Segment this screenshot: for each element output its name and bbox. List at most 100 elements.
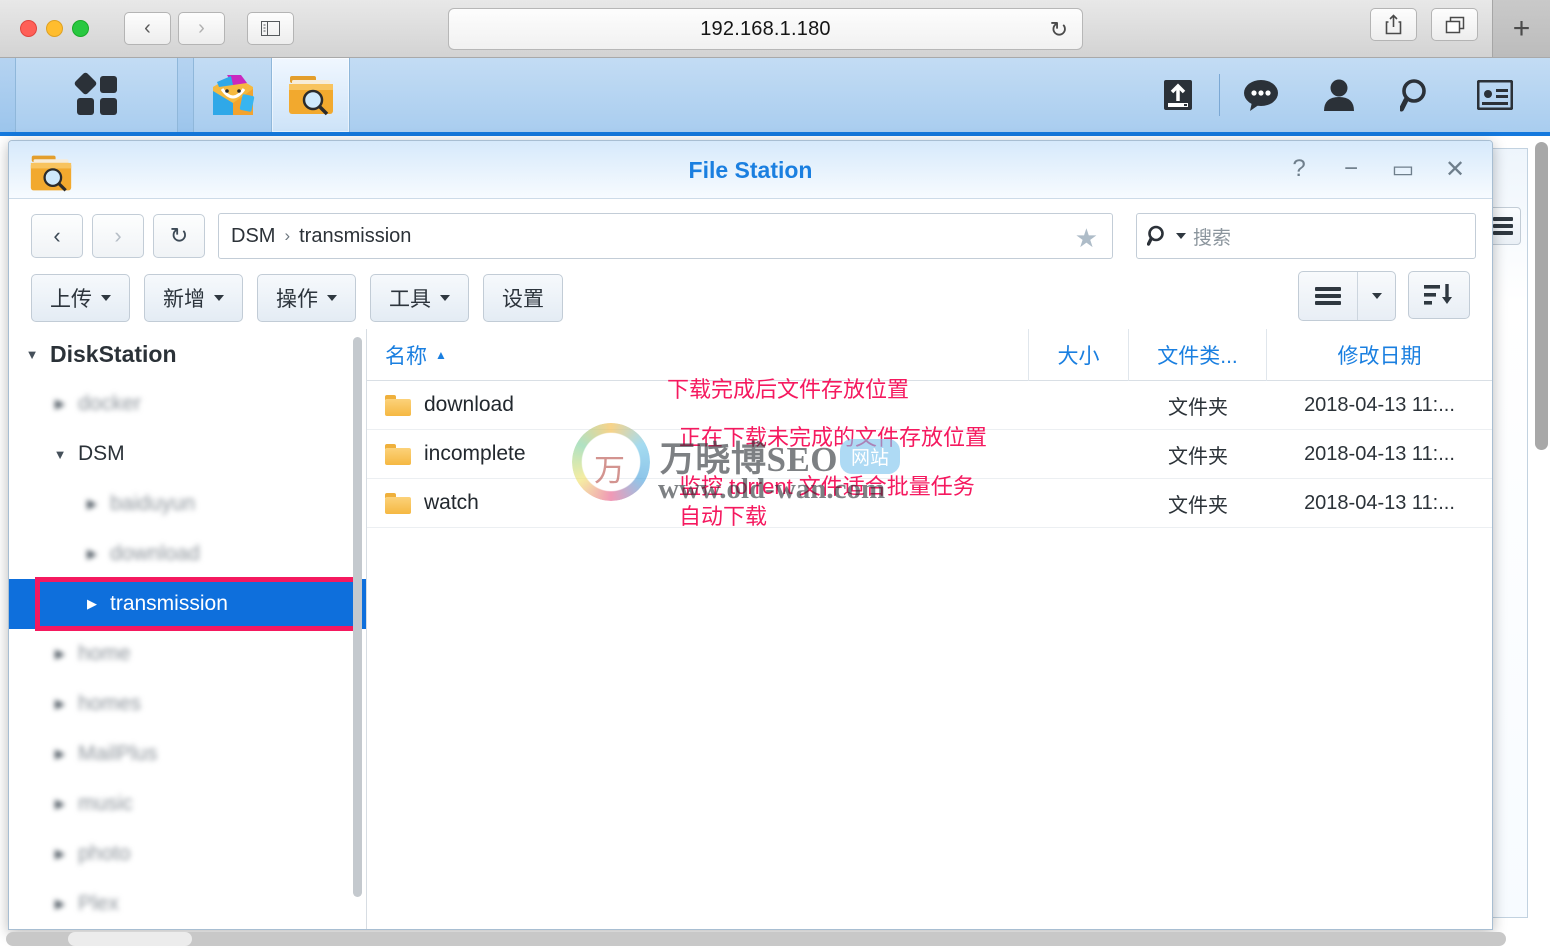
file-modified-cell: 2018-04-13 11:... <box>1304 491 1455 514</box>
widget-card-icon[interactable] <box>1456 58 1534 132</box>
file-list-header: 名称 ▲ 大小 文件类... 修改日期 <box>367 329 1492 381</box>
help-button[interactable]: ? <box>1278 151 1320 187</box>
sidebar-item-label: Plex <box>78 892 119 915</box>
action-menu-button[interactable]: 操作 <box>257 274 356 322</box>
tools-menu-button[interactable]: 工具 <box>370 274 469 322</box>
file-name-label: watch <box>424 491 479 514</box>
tray-divider <box>1219 74 1220 116</box>
chevron-right-icon[interactable]: ▶ <box>51 796 69 812</box>
new-tab-button[interactable]: + <box>1492 0 1550 57</box>
sort-ascending-icon: ▲ <box>435 348 447 362</box>
chat-bubble-icon[interactable] <box>1222 58 1300 132</box>
breadcrumb[interactable]: DSM › transmission ★ <box>218 213 1113 259</box>
breadcrumb-item-1[interactable]: transmission <box>299 225 411 248</box>
hamburger-icon <box>1493 214 1513 238</box>
browser-toolbar: ‹ › 192.168.1.180 ↻ + <box>0 0 1550 58</box>
reload-icon[interactable]: ↻ <box>1050 17 1068 43</box>
breadcrumb-separator: › <box>284 226 291 245</box>
browser-forward-icon[interactable]: › <box>178 12 225 45</box>
file-type-cell: 文件夹 <box>1168 445 1228 468</box>
tree-scrollbar[interactable] <box>353 337 362 897</box>
magnifier-icon[interactable] <box>1378 58 1456 132</box>
navigation-bar: ‹ › ↻ DSM › transmission ★ 搜索 <box>9 199 1492 263</box>
list-view-icon[interactable] <box>1299 272 1357 320</box>
tab-overview-icon[interactable] <box>1431 8 1478 41</box>
back-button[interactable]: ‹ <box>31 214 83 258</box>
taskbar-edge <box>0 58 16 132</box>
sidebar-item-dsm[interactable]: ▼ DSM <box>9 429 366 479</box>
chevron-right-icon[interactable]: ▶ <box>51 746 69 762</box>
chevron-right-icon[interactable]: ▶ <box>51 646 69 662</box>
sidebar-icon[interactable] <box>247 12 294 45</box>
close-window-button[interactable] <box>20 20 37 37</box>
package-center-icon <box>207 69 259 121</box>
file-name-label: download <box>424 393 514 416</box>
sidebar-item-docker[interactable]: ▶ docker <box>9 379 366 429</box>
window-titlebar: File Station ? − ▭ ✕ <box>9 141 1492 199</box>
sidebar-item-label: MailPlus <box>78 742 158 765</box>
column-header-type[interactable]: 文件类... <box>1129 329 1267 381</box>
sidebar-item-diskstation[interactable]: ▼ DiskStation <box>9 329 366 379</box>
refresh-button[interactable]: ↻ <box>153 214 205 258</box>
settings-label: 设置 <box>502 288 544 311</box>
annotation-incomplete: 正在下载未完成的文件存放位置 <box>679 425 988 450</box>
browser-back-icon[interactable]: ‹ <box>124 12 171 45</box>
file-station-hscrollbar[interactable] <box>9 915 1492 929</box>
taskbar-item-package-center[interactable] <box>194 58 272 132</box>
minimize-button[interactable]: − <box>1330 151 1372 187</box>
close-button[interactable]: ✕ <box>1434 151 1476 187</box>
scrollbar-thumb[interactable] <box>1535 142 1548 450</box>
chevron-right-icon[interactable]: ▶ <box>83 596 101 612</box>
magnifier-icon <box>1147 225 1164 246</box>
chevron-right-icon[interactable]: ▶ <box>83 496 101 512</box>
sort-descending-icon[interactable] <box>1408 271 1470 319</box>
star-icon[interactable]: ★ <box>1075 223 1098 254</box>
taskbar-item-main-menu[interactable] <box>16 58 178 132</box>
scrollbar-thumb[interactable] <box>68 932 192 946</box>
column-header-size[interactable]: 大小 <box>1029 329 1129 381</box>
search-placeholder: 搜索 <box>1193 227 1232 249</box>
chevron-right-icon[interactable]: ▶ <box>51 396 69 412</box>
chevron-down-icon[interactable]: ▼ <box>23 347 41 362</box>
sidebar-item-music[interactable]: ▶ music <box>9 779 366 829</box>
page-scrollbar-horizontal[interactable] <box>6 932 1506 946</box>
breadcrumb-item-0[interactable]: DSM <box>231 225 275 248</box>
address-bar[interactable]: 192.168.1.180 ↻ <box>448 8 1083 50</box>
sidebar-item-mailplus[interactable]: ▶ MailPlus <box>9 729 366 779</box>
share-icon[interactable] <box>1370 8 1417 41</box>
chevron-right-icon[interactable]: ▶ <box>51 696 69 712</box>
chevron-right-icon[interactable]: ▶ <box>51 896 69 912</box>
sidebar-item-homes[interactable]: ▶ homes <box>9 679 366 729</box>
page-scrollbar-vertical[interactable] <box>1535 142 1548 932</box>
upload-menu-button[interactable]: 上传 <box>31 274 130 322</box>
settings-button[interactable]: 设置 <box>483 274 563 322</box>
sidebar-item-download[interactable]: ▶ download <box>9 529 366 579</box>
chevron-down-icon[interactable]: ▼ <box>51 447 69 462</box>
column-header-modified[interactable]: 修改日期 <box>1267 329 1492 381</box>
chevron-right-icon[interactable]: ▶ <box>83 546 101 562</box>
sidebar-item-baiduyun[interactable]: ▶ baiduyun <box>9 479 366 529</box>
sidebar-item-label: home <box>78 642 131 665</box>
create-menu-button[interactable]: 新增 <box>144 274 243 322</box>
taskbar-item-file-station[interactable] <box>272 58 350 132</box>
sidebar-item-label: music <box>78 792 133 815</box>
person-icon[interactable] <box>1300 58 1378 132</box>
view-mode-dropdown[interactable] <box>1357 272 1395 320</box>
zoom-window-button[interactable] <box>72 20 89 37</box>
upload-icon[interactable] <box>1139 58 1217 132</box>
search-input[interactable]: 搜索 <box>1136 213 1476 259</box>
chevron-right-icon[interactable]: ▶ <box>51 846 69 862</box>
taskbar-gap <box>178 58 194 132</box>
forward-button[interactable]: › <box>92 214 144 258</box>
list-view-bars <box>1315 284 1341 308</box>
sidebar-item-label: download <box>110 542 200 565</box>
minimize-window-button[interactable] <box>46 20 63 37</box>
maximize-button[interactable]: ▭ <box>1382 151 1424 187</box>
page-title: File Station <box>688 157 813 183</box>
address-bar-url: 192.168.1.180 <box>700 17 831 40</box>
column-header-name[interactable]: 名称 ▲ <box>367 329 1029 381</box>
sidebar-item-transmission[interactable]: ▶ transmission <box>9 577 366 631</box>
sidebar-item-home[interactable]: ▶ home <box>9 629 366 679</box>
sidebar-item-photo[interactable]: ▶ photo <box>9 829 366 879</box>
chevron-down-icon[interactable] <box>1176 233 1186 239</box>
